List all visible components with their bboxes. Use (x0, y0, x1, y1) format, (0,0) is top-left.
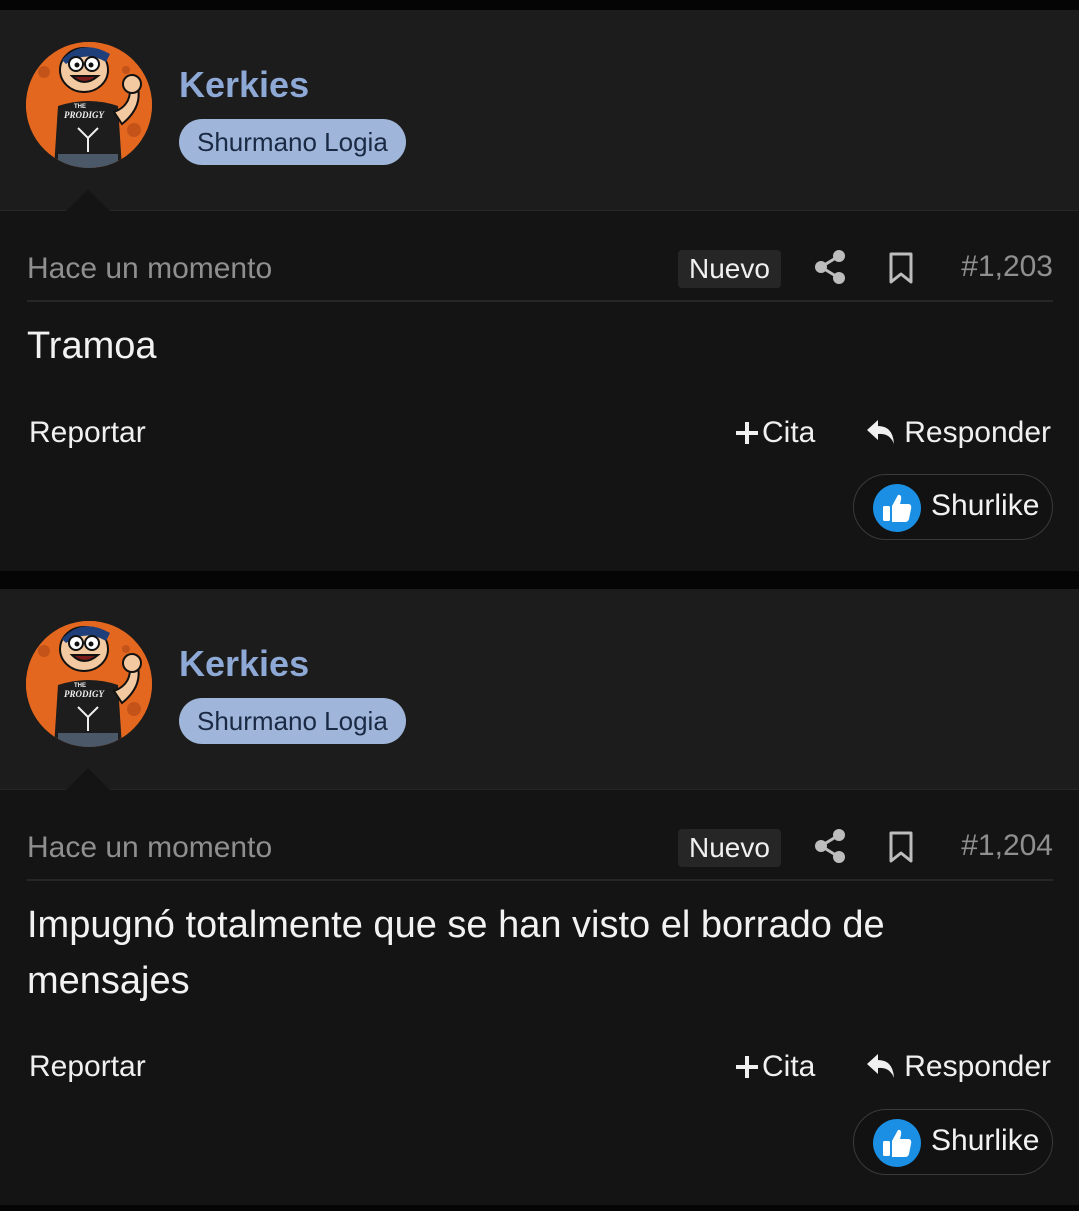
reply-label: Responder (904, 1050, 1051, 1083)
avatar[interactable]: THE PRODIGY (26, 621, 152, 747)
like-label: Shurlike (931, 1124, 1040, 1157)
post-header: THE PRODIGY Kerkies Shurmano Logia (0, 589, 1079, 790)
quote-button[interactable]: Cita (735, 1050, 815, 1084)
username[interactable]: Kerkies (179, 643, 309, 685)
post-body: Tramoa (27, 325, 157, 367)
bookmark-icon[interactable] (887, 251, 915, 285)
avatar-shirt-text-prodigy: PRODIGY (64, 110, 106, 120)
reply-button[interactable]: Responder (866, 416, 1051, 450)
post-number[interactable]: #1,203 (961, 250, 1053, 284)
like-button[interactable]: Shurlike (853, 474, 1053, 540)
post-meta: Hace un momento Nuevo #1,204 (27, 819, 1053, 881)
post-time[interactable]: Hace un momento (27, 252, 272, 286)
plus-icon (736, 422, 758, 444)
share-icon[interactable] (814, 249, 846, 285)
user-rank-badge: Shurmano Logia (179, 698, 406, 744)
quote-button[interactable]: Cita (735, 416, 815, 450)
plus-icon (736, 1056, 758, 1078)
header-notch (66, 189, 110, 211)
post: THE PRODIGY Kerkies Shurmano Logia Hace … (0, 589, 1079, 1205)
reply-arrow-icon (867, 420, 895, 444)
quote-label: Cita (762, 1050, 816, 1083)
post-header: THE PRODIGY Kerkies Shurmano Logia (0, 10, 1079, 211)
thumbs-up-icon (873, 1119, 921, 1167)
post: THE PRODIGY Kerkies Shurmano Logia Hace … (0, 10, 1079, 571)
post-body: Impugnó totalmente que se han visto el b… (27, 904, 885, 1002)
post-number[interactable]: #1,204 (961, 829, 1053, 863)
user-rank-badge: Shurmano Logia (179, 119, 406, 165)
report-button[interactable]: Reportar (29, 416, 146, 450)
post-actions: Reportar Cita Responder (27, 408, 1053, 458)
share-icon[interactable] (814, 828, 846, 864)
header-notch (66, 768, 110, 790)
report-button[interactable]: Reportar (29, 1050, 146, 1084)
post-meta: Hace un momento Nuevo #1,203 (27, 240, 1053, 302)
post-actions: Reportar Cita Responder (27, 1042, 1053, 1092)
thumbs-up-icon (873, 484, 921, 532)
reply-label: Responder (904, 416, 1051, 449)
reply-arrow-icon (867, 1054, 895, 1078)
new-badge: Nuevo (678, 250, 781, 288)
bookmark-icon[interactable] (887, 830, 915, 864)
new-badge: Nuevo (678, 829, 781, 867)
username[interactable]: Kerkies (179, 64, 309, 106)
quote-label: Cita (762, 416, 816, 449)
reply-button[interactable]: Responder (866, 1050, 1051, 1084)
avatar-shirt-text-prodigy: PRODIGY (64, 689, 106, 699)
avatar[interactable]: THE PRODIGY (26, 42, 152, 168)
post-time[interactable]: Hace un momento (27, 831, 272, 865)
like-label: Shurlike (931, 489, 1040, 522)
like-button[interactable]: Shurlike (853, 1109, 1053, 1175)
